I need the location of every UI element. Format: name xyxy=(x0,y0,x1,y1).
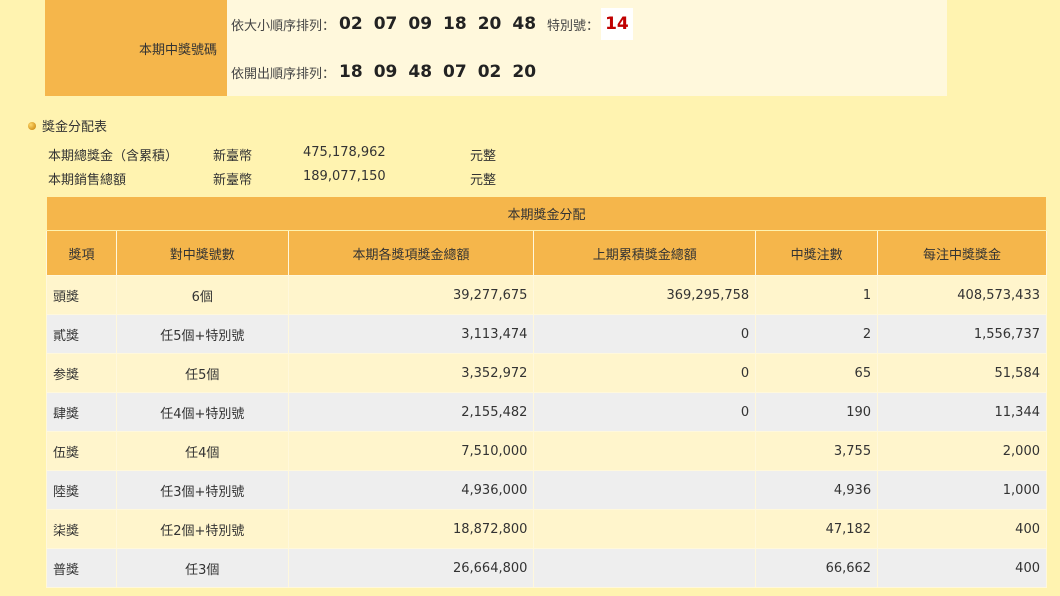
table-row: 参獎 任5個 3,352,972 0 65 51,584 xyxy=(46,353,1047,393)
cell-carryover xyxy=(533,470,757,510)
total-prize-label: 本期總獎金（含累積） xyxy=(48,149,179,164)
drawn-number: 18 xyxy=(339,62,363,82)
table-row: 貳獎 任5個+特別號 3,113,474 0 2 1,556,737 xyxy=(46,314,1047,354)
special-number-label: 特別號： xyxy=(547,18,600,34)
cell-carryover xyxy=(533,509,757,549)
bullet-icon xyxy=(28,121,36,130)
drawn-number: 09 xyxy=(373,62,398,82)
header-match-count: 對中獎號數 xyxy=(115,230,289,276)
total-prize-value: 475,178,962 xyxy=(303,145,386,160)
cell-carryover xyxy=(533,431,757,471)
cell-prize: 陸獎 xyxy=(46,470,117,510)
drawn-number: 07 xyxy=(443,62,467,82)
cell-match: 任5個+特別號 xyxy=(115,314,289,354)
drawn-number: 02 xyxy=(477,62,502,82)
drawn-number: 20 xyxy=(512,62,537,82)
table-row: 普獎 任3個 26,664,800 66,662 400 xyxy=(46,548,1047,588)
drawn-number: 48 xyxy=(408,62,433,82)
cell-per-winner: 51,584 xyxy=(877,353,1047,393)
total-prize-currency: 新臺幣 xyxy=(213,149,253,164)
total-prize-unit: 元整 xyxy=(470,149,497,164)
cell-total: 26,664,800 xyxy=(287,548,535,588)
table-row: 肆獎 任4個+特別號 2,155,482 0 190 11,344 xyxy=(46,392,1047,432)
cell-match: 任3個+特別號 xyxy=(115,470,289,510)
cell-carryover: 0 xyxy=(533,314,757,354)
drawn-label: 依開出順序排列： xyxy=(231,66,336,82)
cell-winners: 66,662 xyxy=(755,548,879,588)
cell-total: 3,352,972 xyxy=(287,353,535,393)
cell-carryover: 0 xyxy=(533,353,757,393)
sorted-number: 18 xyxy=(443,14,467,34)
winning-numbers-label: 本期中獎號碼 xyxy=(45,0,227,96)
cell-per-winner: 400 xyxy=(877,509,1047,549)
table-row: 頭獎 6個 39,277,675 369,295,758 1 408,573,4… xyxy=(46,275,1047,315)
cell-prize: 肆獎 xyxy=(46,392,117,432)
sorted-numbers-row: 依大小順序排列： 02 07 09 18 20 48 特別號： 14 xyxy=(227,0,947,48)
header-carryover: 上期累積獎金總額 xyxy=(533,230,757,276)
cell-per-winner: 400 xyxy=(877,548,1047,588)
cell-per-winner: 408,573,433 xyxy=(877,275,1047,315)
cell-prize: 普獎 xyxy=(46,548,117,588)
header-prize-total: 本期各獎項獎金總額 xyxy=(287,230,535,276)
winning-numbers-panel: 本期中獎號碼 依大小順序排列： 02 07 09 18 20 48 特別號： 1… xyxy=(45,0,947,96)
total-sales-value: 189,077,150 xyxy=(303,169,386,184)
cell-prize: 参獎 xyxy=(46,353,117,393)
table-row: 柒獎 任2個+特別號 18,872,800 47,182 400 xyxy=(46,509,1047,549)
cell-winners: 1 xyxy=(755,275,879,315)
cell-match: 任4個+特別號 xyxy=(115,392,289,432)
cell-prize: 頭獎 xyxy=(46,275,117,315)
prize-section-title-text: 獎金分配表 xyxy=(42,120,108,135)
cell-match: 任3個 xyxy=(115,548,289,588)
table-row: 陸獎 任3個+特別號 4,936,000 4,936 1,000 xyxy=(46,470,1047,510)
cell-winners: 190 xyxy=(755,392,879,432)
cell-carryover: 0 xyxy=(533,392,757,432)
sorted-number: 09 xyxy=(408,14,433,34)
total-sales-label: 本期銷售總額 xyxy=(48,173,127,188)
total-sales-currency: 新臺幣 xyxy=(213,173,253,188)
cell-carryover: 369,295,758 xyxy=(533,275,757,315)
drawn-numbers-row: 依開出順序排列： 18 09 48 07 02 20 xyxy=(227,48,947,96)
prize-distribution-table: 本期獎金分配 獎項 對中獎號數 本期各獎項獎金總額 上期累積獎金總額 中獎注數 … xyxy=(46,196,1047,588)
cell-winners: 3,755 xyxy=(755,431,879,471)
cell-winners: 47,182 xyxy=(755,509,879,549)
cell-match: 任4個 xyxy=(115,431,289,471)
cell-carryover xyxy=(533,548,757,588)
sorted-label: 依大小順序排列： xyxy=(231,18,336,34)
sorted-number: 02 xyxy=(339,14,363,34)
sorted-number: 20 xyxy=(477,14,502,34)
cell-match: 6個 xyxy=(115,275,289,315)
cell-per-winner: 2,000 xyxy=(877,431,1047,471)
sorted-number: 48 xyxy=(512,14,537,34)
cell-prize: 貳獎 xyxy=(46,314,117,354)
cell-total: 2,155,482 xyxy=(287,392,535,432)
cell-total: 18,872,800 xyxy=(287,509,535,549)
header-winners: 中獎注數 xyxy=(755,230,879,276)
prize-section-title: 獎金分配表 xyxy=(28,116,107,135)
total-sales-unit: 元整 xyxy=(470,173,497,188)
table-caption: 本期獎金分配 xyxy=(46,196,1047,231)
cell-per-winner: 11,344 xyxy=(877,392,1047,432)
cell-winners: 4,936 xyxy=(755,470,879,510)
cell-match: 任5個 xyxy=(115,353,289,393)
cell-prize: 伍獎 xyxy=(46,431,117,471)
sorted-number: 07 xyxy=(373,14,398,34)
cell-winners: 2 xyxy=(755,314,879,354)
header-prize: 獎項 xyxy=(46,230,117,276)
header-per-winner: 每注中獎獎金 xyxy=(877,230,1047,276)
cell-per-winner: 1,556,737 xyxy=(877,314,1047,354)
cell-match: 任2個+特別號 xyxy=(115,509,289,549)
special-number: 14 xyxy=(601,8,633,40)
cell-total: 7,510,000 xyxy=(287,431,535,471)
cell-per-winner: 1,000 xyxy=(877,470,1047,510)
cell-total: 39,277,675 xyxy=(287,275,535,315)
cell-total: 4,936,000 xyxy=(287,470,535,510)
cell-prize: 柒獎 xyxy=(46,509,117,549)
table-row: 伍獎 任4個 7,510,000 3,755 2,000 xyxy=(46,431,1047,471)
cell-winners: 65 xyxy=(755,353,879,393)
cell-total: 3,113,474 xyxy=(287,314,535,354)
